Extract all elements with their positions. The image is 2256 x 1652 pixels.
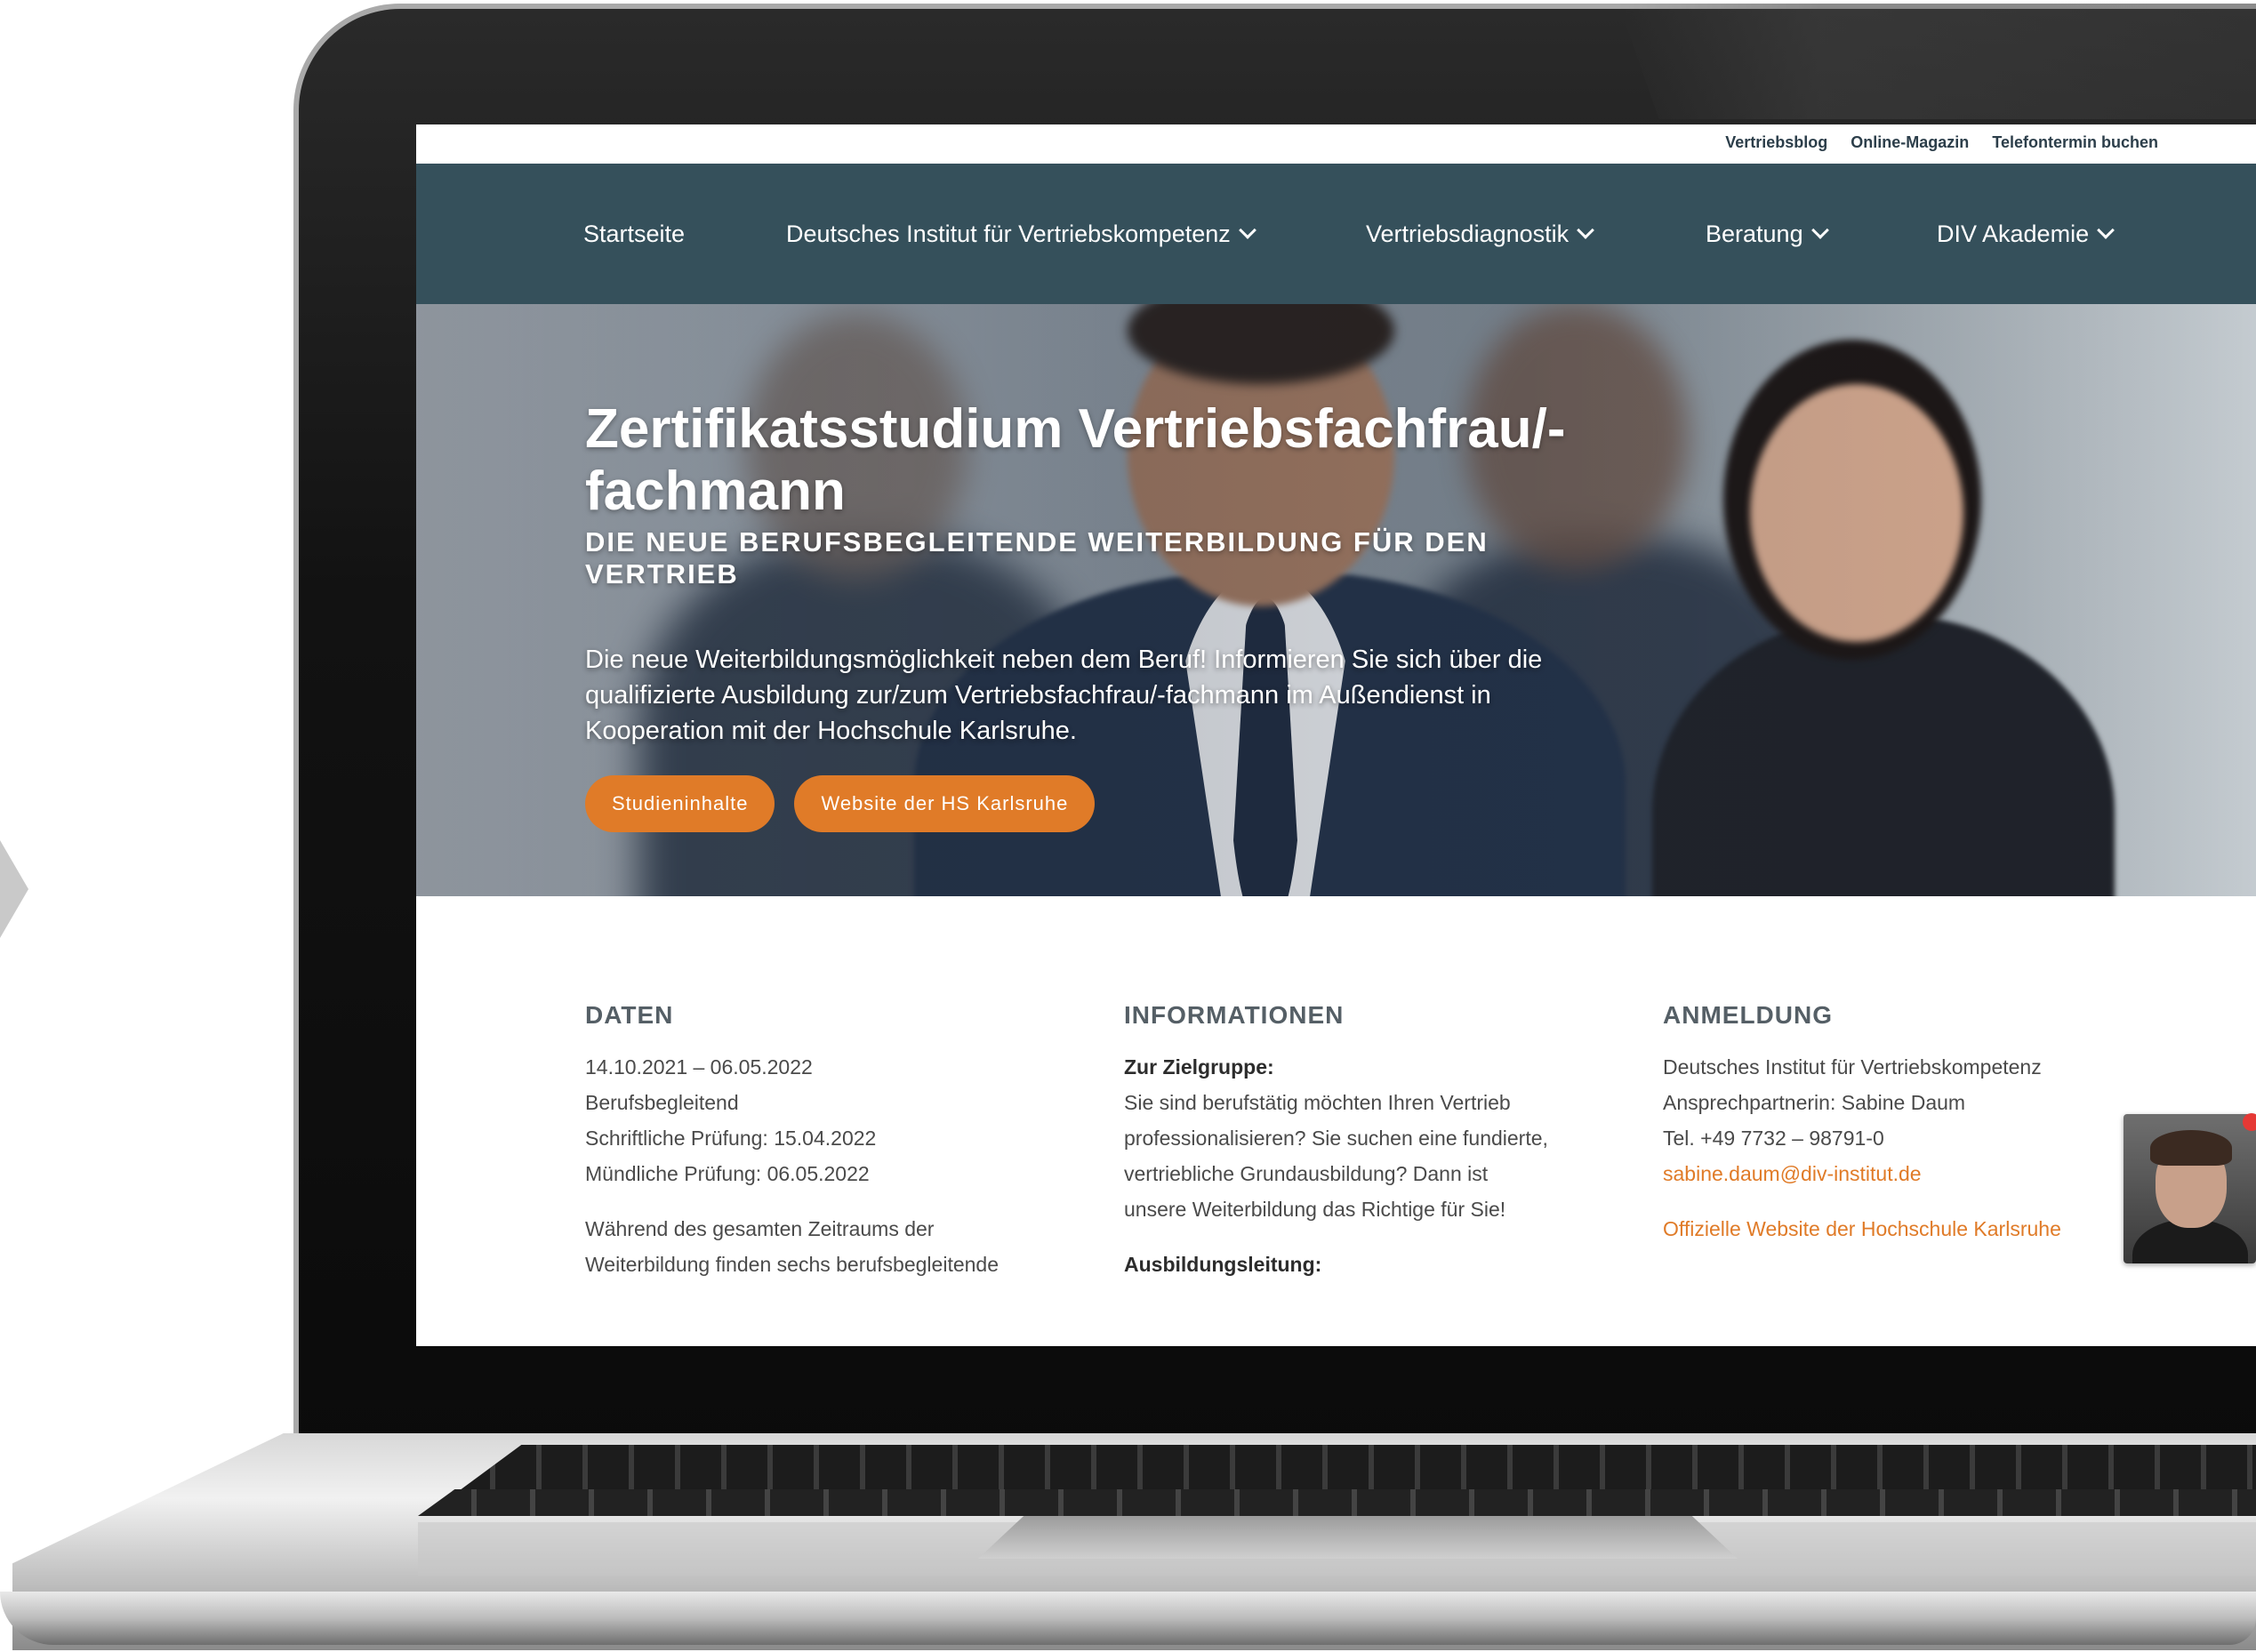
notification-dot-icon — [2243, 1113, 2256, 1131]
email-link[interactable]: sabine.daum@div-institut.de — [1663, 1156, 2161, 1191]
daten-line: Mündliche Prüfung: 06.05.2022 — [585, 1162, 870, 1185]
nav-item-beratung[interactable]: Beratung — [1706, 164, 1829, 304]
nav-item-vertriebsdiagnostik[interactable]: Vertriebsdiagnostik — [1366, 164, 1595, 304]
anmeldung-line: Ansprechpartnerin: Sabine Daum — [1663, 1091, 1966, 1114]
studieninhalte-button[interactable]: Studieninhalte — [585, 775, 775, 832]
chat-avatar-button[interactable] — [2124, 1114, 2256, 1263]
anmeldung-line: Deutsches Institut für Vertriebskompeten… — [1663, 1055, 2042, 1079]
info-section: DATEN 14.10.2021 – 06.05.2022 Berufsbegl… — [416, 896, 2256, 1346]
daten-heading: DATEN — [585, 1001, 674, 1029]
nav-item-startseite[interactable]: Startseite — [583, 164, 685, 304]
laptop-trackpad — [978, 1516, 1738, 1559]
zielgruppe-label-text: Zur Zielgruppe: — [1124, 1055, 1274, 1079]
laptop-keyboard-row — [418, 1489, 2256, 1516]
anmeldung-line: Tel. +49 7732 – 98791-0 — [1663, 1127, 1884, 1150]
laptop-lid-reflection — [1618, 4, 2256, 119]
avatar-photo-hair — [2150, 1130, 2232, 1166]
anmeldung-column: ANMELDUNG Deutsches Institut für Vertrie… — [1663, 1001, 2161, 1247]
daten-line: 14.10.2021 – 06.05.2022 — [585, 1055, 813, 1079]
top-links: Vertriebsblog Online-Magazin Telefonterm… — [1725, 133, 2158, 152]
nav-label: Vertriebsdiagnostik — [1366, 220, 1570, 247]
daten-paragraph: Weiterbildung finden sechs berufsbegleit… — [585, 1253, 999, 1276]
chevron-down-icon — [1810, 221, 1829, 239]
chevron-down-icon — [1577, 221, 1595, 239]
nav-label: DIV Akademie — [1937, 220, 2090, 247]
nav-item-div-akademie[interactable]: DIV Akademie — [1937, 164, 2115, 304]
informationen-column: INFORMATIONEN Zur Zielgruppe: Sie sind b… — [1124, 1001, 1622, 1282]
informationen-line: Sie sind berufstätig möchten Ihren Vertr… — [1124, 1091, 1511, 1114]
hero-buttons: Studieninhalte Website der HS Karlsruhe — [585, 775, 1599, 832]
zielgruppe-label: Zur Zielgruppe: — [1124, 1049, 1622, 1085]
chevron-down-icon — [1238, 221, 1256, 239]
daten-column: DATEN 14.10.2021 – 06.05.2022 Berufsbegl… — [585, 1001, 1083, 1282]
decorative-arrow — [0, 840, 28, 938]
hero-banner: Zertifikatsstudium Vertriebsfachfrau/- f… — [416, 304, 2256, 896]
nav-label: Startseite — [583, 220, 686, 247]
hero-content: Zertifikatsstudium Vertriebsfachfrau/- f… — [585, 398, 1599, 832]
informationen-heading: INFORMATIONEN — [1124, 1001, 1345, 1029]
nav-item-institut[interactable]: Deutsches Institut für Vertriebskompeten… — [786, 164, 1256, 304]
daten-paragraph: Während des gesamten Zeitraums der — [585, 1217, 935, 1240]
hero-title-line: Zertifikatsstudium Vertriebsfachfrau/- — [585, 398, 1566, 460]
informationen-line: vertriebliche Grundausbildung? Dann ist — [1124, 1162, 1489, 1185]
nav-label: Deutsches Institut für Vertriebskompeten… — [786, 220, 1231, 247]
informationen-line: unsere Weiterbildung das Richtige für Si… — [1124, 1198, 1506, 1221]
main-navigation: Startseite Deutsches Institut für Vertri… — [416, 164, 2256, 304]
top-link-vertriebsblog[interactable]: Vertriebsblog — [1725, 133, 1827, 152]
hero-title: Zertifikatsstudium Vertriebsfachfrau/- f… — [585, 398, 1599, 523]
top-link-online-magazin[interactable]: Online-Magazin — [1851, 133, 1969, 152]
ausbildungsleitung-label: Ausbildungsleitung: — [1124, 1247, 1622, 1282]
nav-label: Beratung — [1706, 220, 1803, 247]
daten-line: Schriftliche Prüfung: 15.04.2022 — [585, 1127, 877, 1150]
hero-subtitle: DIE NEUE BERUFSBEGLEITENDE WEITERBILDUNG… — [585, 526, 1489, 589]
ausbildungsleitung-label-text: Ausbildungsleitung: — [1124, 1253, 1322, 1276]
hs-karlsruhe-website-link[interactable]: Offizielle Website der Hochschule Karlsr… — [1663, 1211, 2161, 1247]
hero-title-line: fachmann — [585, 461, 846, 522]
top-link-telefontermin[interactable]: Telefontermin buchen — [1992, 133, 2158, 152]
informationen-line: professionalisieren? Sie suchen eine fun… — [1124, 1127, 1548, 1150]
anmeldung-heading: ANMELDUNG — [1663, 1001, 1833, 1029]
daten-line: Berufsbegleitend — [585, 1091, 739, 1114]
hero-text: Die neue Weiterbildungsmöglichkeit neben… — [585, 646, 1543, 745]
laptop-base-edge — [0, 1592, 2256, 1645]
chevron-down-icon — [2097, 221, 2115, 239]
top-bar: Vertriebsblog Online-Magazin Telefonterm… — [416, 124, 2256, 164]
laptop-screen: Vertriebsblog Online-Magazin Telefonterm… — [416, 124, 2256, 1346]
hs-karlsruhe-website-button[interactable]: Website der HS Karlsruhe — [794, 775, 1096, 832]
